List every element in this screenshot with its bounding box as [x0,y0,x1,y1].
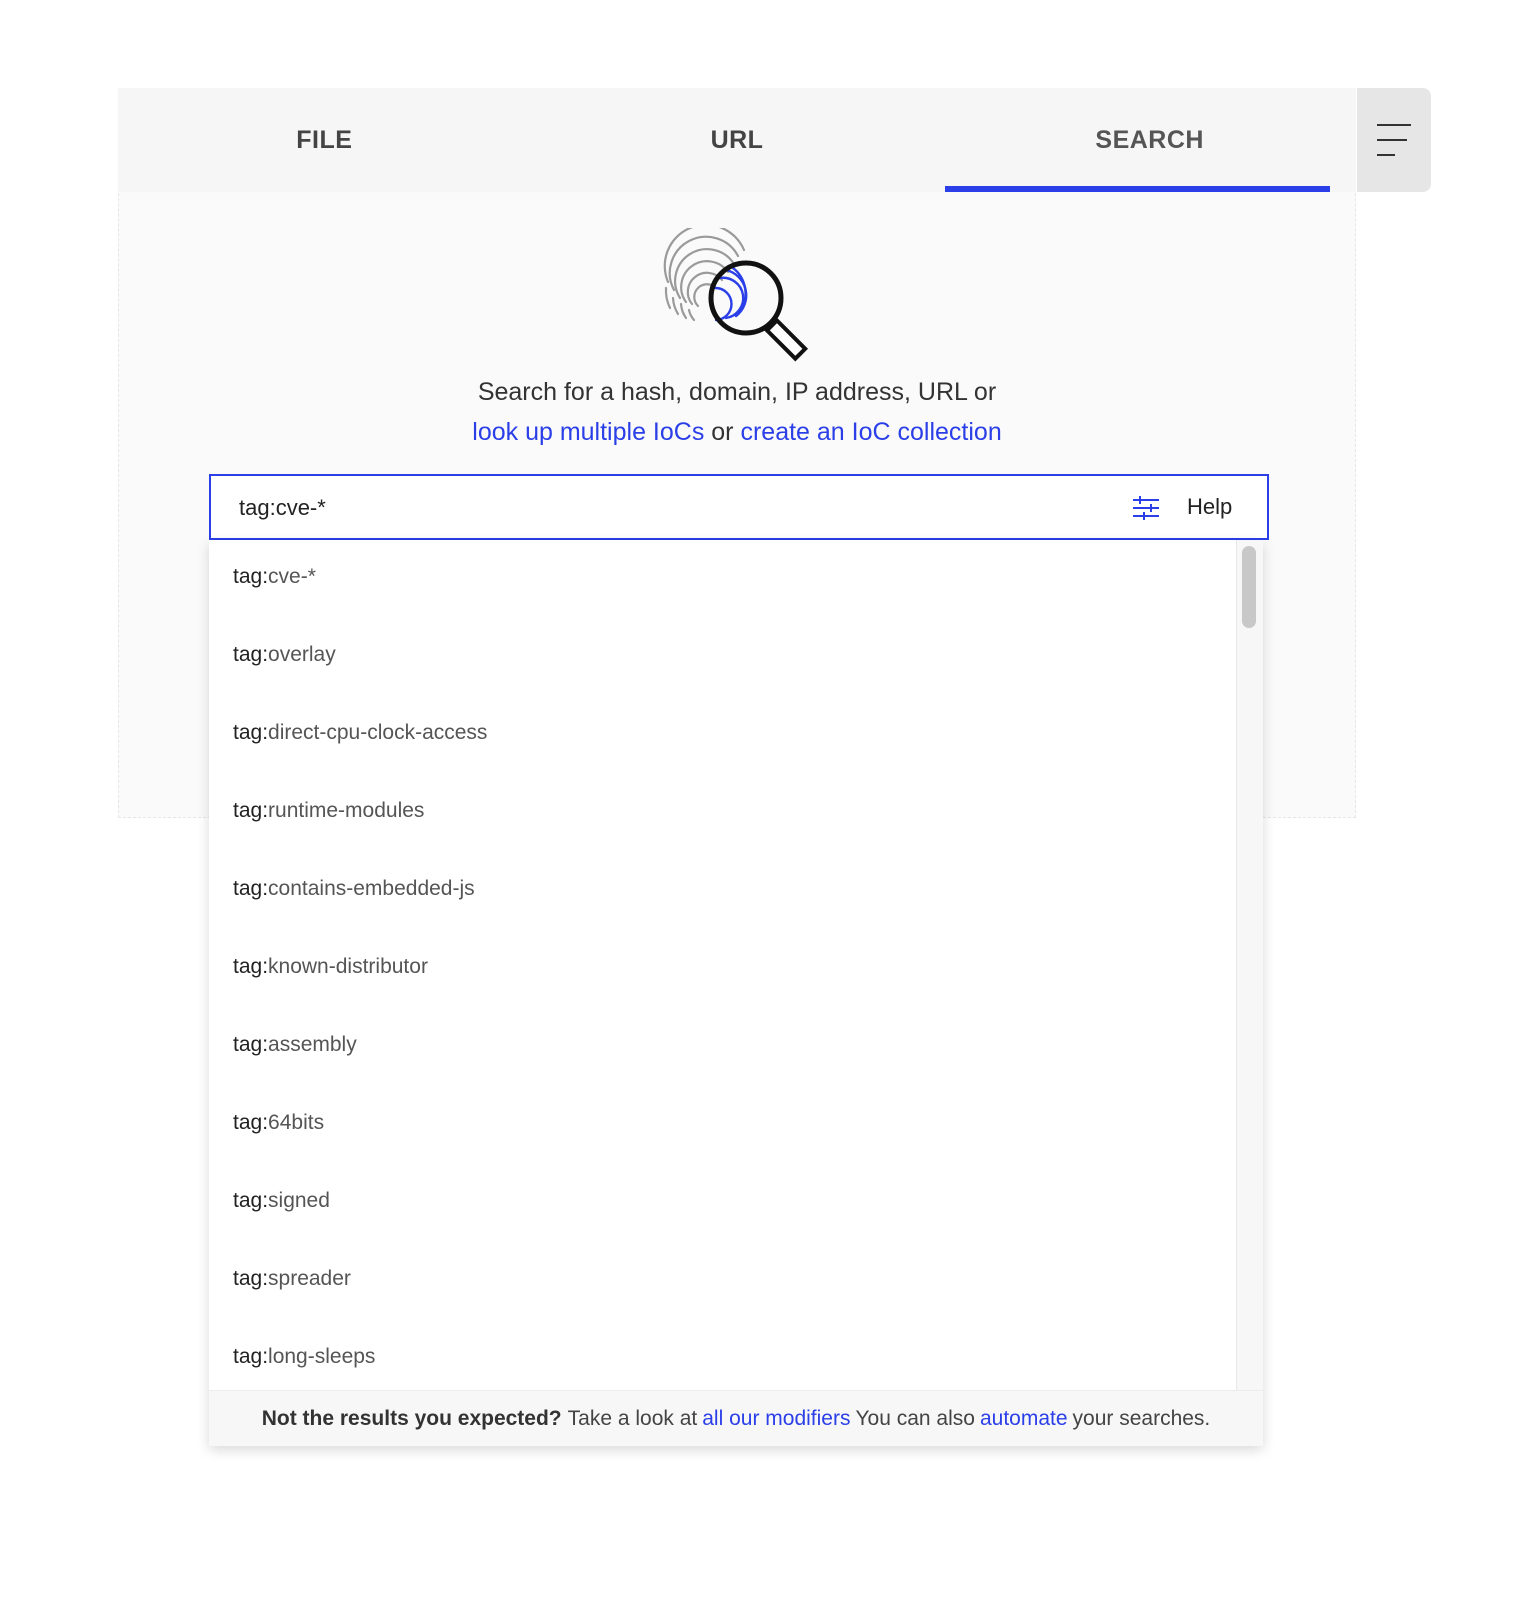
suggestion-prefix: tag: [233,643,269,666]
footer-text: Take a look at [567,1406,698,1430]
autocomplete-dropdown: tag:cve-* tag:overlay tag:direct-cpu-clo… [209,540,1263,1446]
tab-label: FILE [296,125,353,154]
suggestion-value: runtime-modules [268,799,425,822]
suggestion-value: 64bits [268,1111,325,1134]
suggestion-prefix: tag: [233,721,269,744]
footer-text: your searches. [1072,1406,1211,1430]
lead-connector: or [711,418,734,446]
suggestion-list: tag:cve-* tag:overlay tag:direct-cpu-clo… [209,540,1236,1390]
suggestion-prefix: tag: [233,565,269,588]
fingerprint-magnifier-icon [663,228,809,362]
search-box: Help [209,474,1269,540]
automate-link[interactable]: automate [980,1407,1068,1431]
tab-search[interactable]: SEARCH [943,88,1356,192]
lookup-multiple-iocs-link[interactable]: look up multiple IoCs [472,418,704,446]
suggestion-value: overlay [268,643,336,666]
suggestion-prefix: tag: [233,1111,269,1134]
suggestion-prefix: tag: [233,1033,269,1056]
suggestion-item[interactable]: tag:runtime-modules [233,799,424,823]
suggestion-value: signed [268,1189,330,1212]
suggestion-item[interactable]: tag:contains-embedded-js [233,877,475,901]
sliders-icon[interactable] [1131,494,1161,522]
suggestion-item[interactable]: tag:overlay [233,643,336,667]
suggestion-item[interactable]: tag:64bits [233,1111,324,1135]
suggestion-item[interactable]: tag:known-distributor [233,955,428,979]
footer-bold-text: Not the results you expected? [261,1406,562,1430]
suggestion-prefix: tag: [233,1267,269,1290]
tab-label: URL [710,125,764,154]
suggestion-value: spreader [268,1267,351,1290]
suggestion-item[interactable]: tag:signed [233,1189,330,1213]
suggestion-prefix: tag: [233,955,269,978]
tab-url[interactable]: URL [531,88,944,192]
suggestion-prefix: tag: [233,799,269,822]
suggestion-item[interactable]: tag:long-sleeps [233,1345,375,1369]
tab-file[interactable]: FILE [118,88,531,192]
scrollbar-thumb[interactable] [1242,546,1256,628]
tab-bar: FILE URL SEARCH [118,88,1356,192]
create-ioc-collection-link[interactable]: create an IoC collection [740,418,1001,446]
dropdown-footer: Not the results you expected? Take a loo… [209,1390,1263,1446]
help-button[interactable]: Help [1187,494,1232,520]
suggestion-value: contains-embedded-js [268,877,475,900]
suggestion-item[interactable]: tag:assembly [233,1033,357,1057]
tab-label: SEARCH [1095,125,1204,154]
suggestion-prefix: tag: [233,1189,269,1212]
scrollbar-track[interactable] [1236,540,1263,1390]
suggestion-item[interactable]: tag:direct-cpu-clock-access [233,721,487,745]
lead-line-1: Search for a hash, domain, IP address, U… [118,378,1356,407]
suggestion-value: known-distributor [268,955,428,978]
suggestion-value: long-sleeps [268,1345,376,1368]
suggestion-item[interactable]: tag:spreader [233,1267,351,1291]
suggestion-prefix: tag: [233,877,269,900]
suggestion-value: direct-cpu-clock-access [268,721,488,744]
lead-text: Search for a hash, domain, IP address, U… [477,378,997,406]
footer-text: You can also [855,1406,975,1430]
suggestion-value: assembly [268,1033,357,1056]
search-input[interactable] [239,488,1099,528]
menu-button[interactable] [1357,88,1431,192]
active-tab-indicator [945,186,1331,192]
all-modifiers-link[interactable]: all our modifiers [702,1407,850,1431]
lead-line-2: look up multiple IoCs or create an IoC c… [118,418,1356,447]
suggestion-prefix: tag: [233,1345,269,1368]
suggestion-value: cve-* [268,565,316,588]
suggestion-item[interactable]: tag:cve-* [233,565,316,589]
